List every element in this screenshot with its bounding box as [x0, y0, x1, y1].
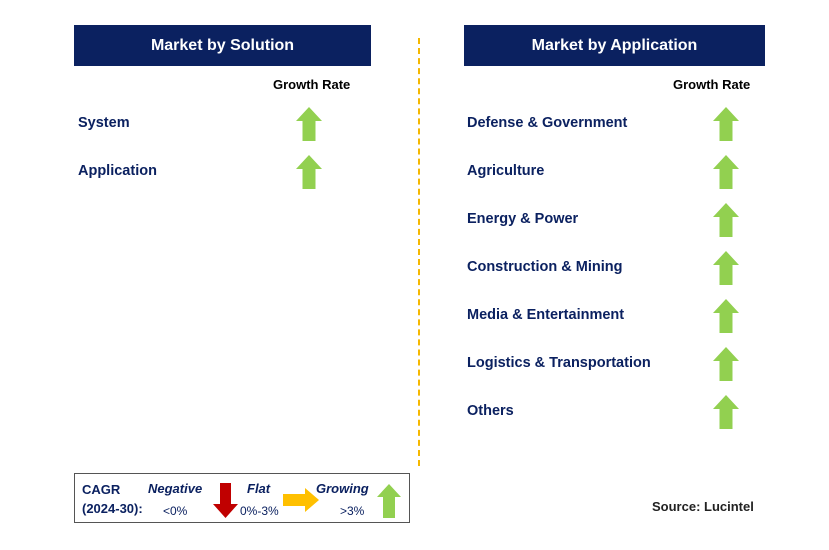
- cagr-legend: CAGR (2024-30): Negative <0% Flat 0%-3% …: [74, 473, 410, 523]
- segment-label: Construction & Mining: [467, 259, 623, 275]
- segment-label: Media & Entertainment: [467, 307, 625, 323]
- segment-label: Agriculture: [467, 163, 545, 179]
- application-growth-rate-label: Growth Rate: [673, 77, 751, 92]
- legend-period: (2024-30):: [82, 501, 143, 516]
- legend-cagr: CAGR: [82, 482, 121, 497]
- divider: [418, 38, 420, 466]
- legend-negative: Negative: [148, 481, 203, 496]
- down-arrow-icon: [213, 483, 238, 518]
- up-arrow-icon: [377, 484, 401, 518]
- growth-up-arrow-icon: [713, 107, 739, 141]
- growth-up-arrow-icon: [296, 155, 322, 189]
- legend-negative-range: <0%: [163, 504, 188, 518]
- growth-up-arrow-icon: [713, 251, 739, 285]
- solution-header: Market by Solution: [74, 25, 371, 66]
- growth-up-arrow-icon: [713, 203, 739, 237]
- source-label: Source: Lucintel: [652, 499, 754, 514]
- legend-growing-range: >3%: [340, 504, 365, 518]
- growth-up-arrow-icon: [713, 155, 739, 189]
- segment-label: Logistics & Transportation: [467, 355, 651, 371]
- growth-up-arrow-icon: [296, 107, 322, 141]
- segment-label: Others: [467, 403, 514, 419]
- segment-label: Application: [78, 163, 157, 179]
- segment-label: Energy & Power: [467, 211, 579, 227]
- right-arrow-icon: [283, 488, 319, 512]
- growth-up-arrow-icon: [713, 347, 739, 381]
- legend-flat-range: 0%-3%: [240, 504, 279, 518]
- legend-flat: Flat: [247, 481, 271, 496]
- segment-label: System: [78, 115, 130, 131]
- legend-growing: Growing: [316, 481, 369, 496]
- solution-growth-rate-label: Growth Rate: [273, 77, 351, 92]
- application-header: Market by Application: [464, 25, 765, 66]
- growth-up-arrow-icon: [713, 299, 739, 333]
- growth-up-arrow-icon: [713, 395, 739, 429]
- segment-label: Defense & Government: [467, 115, 628, 131]
